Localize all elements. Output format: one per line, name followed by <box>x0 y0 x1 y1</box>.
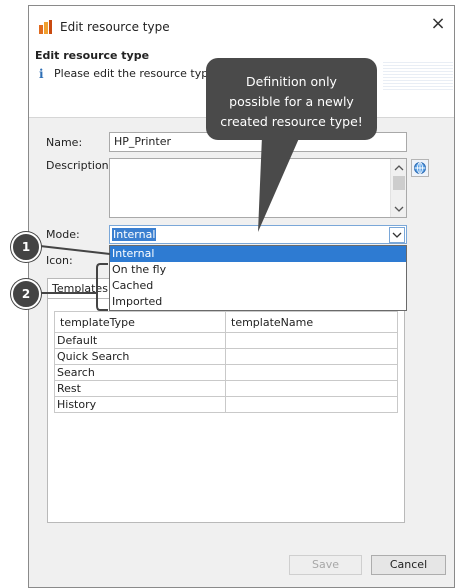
callout-line: created resource type! <box>220 114 363 129</box>
marker-2-bracket <box>96 263 108 311</box>
callout-box: Definition only possible for a newly cre… <box>206 58 377 140</box>
marker-2: 2 <box>11 279 41 309</box>
marker-1-leader <box>39 245 111 255</box>
callout-pointer <box>258 136 300 232</box>
callout-line: possible for a newly <box>229 94 354 109</box>
callout-text: Definition only possible for a newly cre… <box>206 72 377 132</box>
callout-line: Definition only <box>246 74 337 89</box>
marker-1: 1 <box>11 232 41 262</box>
